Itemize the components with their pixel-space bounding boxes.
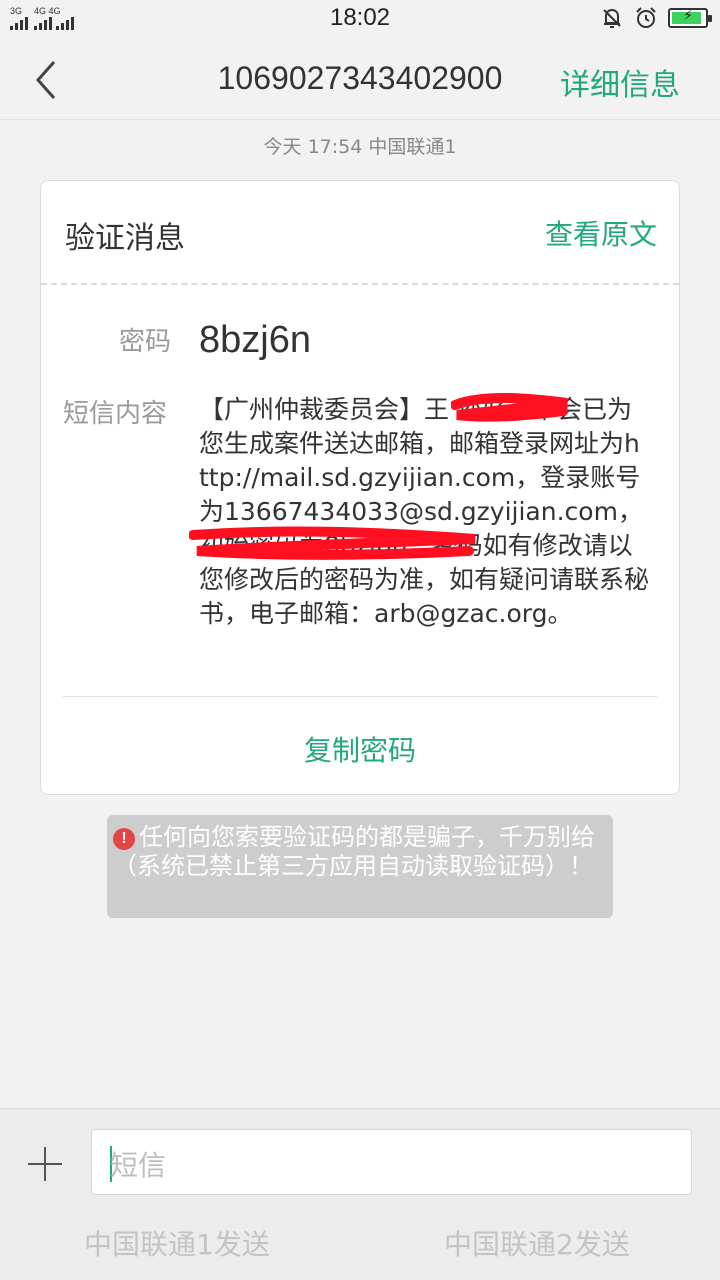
view-original-button[interactable]: 查看原文: [545, 213, 657, 253]
redaction-scribble: [451, 393, 568, 422]
send-sim1-button[interactable]: 中国联通1发送: [84, 1223, 270, 1263]
battery-icon: ⚡: [668, 8, 712, 28]
charging-bolt-icon: ⚡: [683, 8, 693, 24]
verification-card: 验证消息 查看原文 密码 8bzj6n 短信内容 【广州仲裁委员会】王 您好，本…: [40, 180, 680, 795]
plus-icon[interactable]: [26, 1145, 64, 1183]
card-title: 验证消息: [65, 221, 185, 256]
fraud-warning: ! 任何向您索要验证码的都是骗子，千万别给（系统已禁止第三方应用自动读取验证码）！: [107, 815, 613, 918]
redaction-scribble: [189, 526, 476, 560]
sms-input-placeholder: 短信: [110, 1149, 167, 1182]
sms-content-text: 【广州仲裁委员会】王 您好，本会已为您生成案件送达邮箱，邮箱登录网址为http:…: [199, 395, 650, 628]
details-button[interactable]: 详细信息: [560, 60, 680, 104]
sms-content-label: 短信内容: [63, 399, 168, 429]
password-label: 密码: [119, 327, 172, 357]
send-sim2-button[interactable]: 中国联通2发送: [444, 1223, 630, 1263]
dashed-divider: [41, 283, 679, 285]
bell-muted-icon: [603, 8, 621, 28]
message-timestamp: 今天 17:54 中国联通1: [263, 136, 457, 158]
card-divider: [63, 696, 657, 697]
warning-text: 任何向您索要验证码的都是骗子，千万别给（系统已禁止第三方应用自动读取验证码）！: [113, 823, 595, 880]
composer-bar: 短信 中国联通1发送 中国联通2发送: [0, 1108, 720, 1280]
status-right-icons: ⚡: [600, 6, 712, 30]
exclamation-icon: !: [113, 828, 135, 850]
password-value: 8bzj6n: [199, 319, 311, 361]
sms-input[interactable]: 短信: [91, 1129, 692, 1195]
copy-password-button[interactable]: 复制密码: [41, 729, 679, 769]
status-bar: 3G 4G 4G 18:02 ⚡: [0, 0, 720, 40]
alarm-clock-icon: [636, 7, 656, 28]
conversation-header: 1069027343402900 详细信息: [0, 40, 720, 120]
